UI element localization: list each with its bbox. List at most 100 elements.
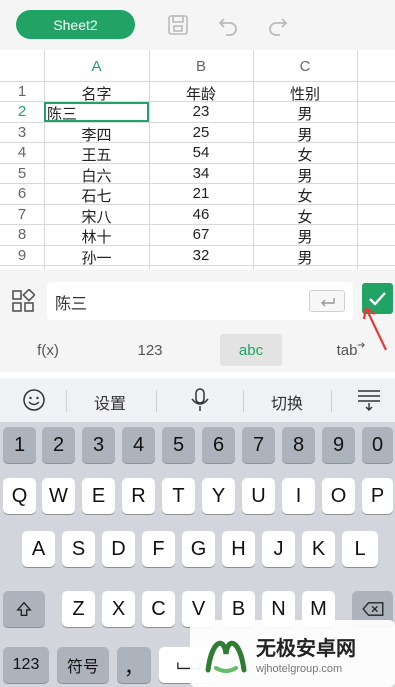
- row-number[interactable]: 6: [0, 185, 44, 202]
- cell[interactable]: 王五: [44, 144, 149, 165]
- key[interactable]: O: [322, 478, 355, 514]
- mode-abc[interactable]: abc: [220, 334, 282, 366]
- key[interactable]: K: [302, 531, 335, 567]
- key[interactable]: W: [42, 478, 75, 514]
- watermark: 无极安卓网 wjhotelgroup.com: [190, 620, 395, 687]
- edit-bar: 陈三: [0, 270, 395, 328]
- key[interactable]: U: [242, 478, 275, 514]
- key[interactable]: G: [182, 531, 215, 567]
- key[interactable]: 8: [282, 427, 315, 463]
- key[interactable]: P: [362, 478, 393, 514]
- key[interactable]: F: [142, 531, 175, 567]
- key[interactable]: 7: [242, 427, 275, 463]
- sheet-tab[interactable]: Sheet2: [16, 10, 135, 39]
- key[interactable]: Q: [3, 478, 36, 514]
- cell[interactable]: 32: [149, 247, 253, 264]
- key[interactable]: X: [102, 591, 135, 627]
- annotation-arrow: [362, 307, 387, 351]
- redo-icon[interactable]: [266, 13, 290, 37]
- cell-edit-input[interactable]: 陈三: [47, 282, 353, 320]
- key[interactable]: 6: [202, 427, 235, 463]
- cell[interactable]: 性别: [253, 83, 357, 104]
- key[interactable]: E: [82, 478, 115, 514]
- row-number[interactable]: 1: [0, 83, 44, 100]
- cell[interactable]: 宋八: [44, 206, 149, 227]
- comma-key[interactable]: ，: [117, 647, 151, 683]
- key[interactable]: 4: [122, 427, 155, 463]
- ime-switch[interactable]: 切换: [271, 390, 303, 414]
- cell[interactable]: 年龄: [149, 83, 253, 104]
- key[interactable]: J: [262, 531, 295, 567]
- cell[interactable]: 李四: [44, 124, 149, 145]
- row-number[interactable]: 7: [0, 206, 44, 223]
- row-number[interactable]: 2: [0, 103, 44, 120]
- key[interactable]: C: [142, 591, 175, 627]
- cell[interactable]: 25: [149, 124, 253, 141]
- cell[interactable]: 女: [253, 144, 357, 165]
- selection-box: [44, 102, 149, 122]
- cell[interactable]: 21: [149, 185, 253, 202]
- key[interactable]: Z: [62, 591, 95, 627]
- cell[interactable]: 男: [253, 124, 357, 145]
- emoji-icon[interactable]: [22, 388, 46, 412]
- spreadsheet-grid[interactable]: A B C 1 名字 年龄 性别 2 陈三 23 男 3 李四 25 男 4 王…: [0, 50, 395, 270]
- cell[interactable]: 23: [149, 103, 253, 120]
- column-header-c[interactable]: C: [253, 50, 357, 82]
- mode-number[interactable]: 123: [122, 334, 178, 366]
- cell[interactable]: 孙一: [44, 247, 149, 268]
- enter-key[interactable]: [309, 290, 345, 312]
- cell[interactable]: 名字: [44, 83, 149, 104]
- cell[interactable]: 34: [149, 165, 253, 182]
- key[interactable]: S: [62, 531, 95, 567]
- mode-function[interactable]: f(x): [20, 334, 76, 366]
- key[interactable]: H: [222, 531, 255, 567]
- shift-key[interactable]: [3, 591, 45, 627]
- key[interactable]: 0: [362, 427, 393, 463]
- numbers-key[interactable]: 123: [3, 647, 49, 683]
- mode-tab-label: tab: [336, 341, 358, 359]
- undo-icon[interactable]: [216, 13, 240, 37]
- row-number[interactable]: 9: [0, 247, 44, 264]
- cell[interactable]: 46: [149, 206, 253, 223]
- cell[interactable]: 67: [149, 226, 253, 243]
- key[interactable]: R: [122, 478, 155, 514]
- key[interactable]: L: [342, 531, 378, 567]
- row-number[interactable]: 5: [0, 165, 44, 182]
- key[interactable]: Y: [202, 478, 235, 514]
- key[interactable]: D: [102, 531, 135, 567]
- cell[interactable]: 男: [253, 226, 357, 247]
- shift-icon: [16, 601, 32, 616]
- row-number[interactable]: 8: [0, 226, 44, 243]
- watermark-url: wjhotelgroup.com: [256, 663, 343, 675]
- cell[interactable]: 男: [253, 165, 357, 186]
- symbols-key[interactable]: 符号: [57, 647, 109, 683]
- watermark-title: 无极安卓网: [256, 638, 356, 660]
- input-mode-bar: f(x) 123 abc tab: [0, 328, 395, 372]
- cell[interactable]: 男: [253, 103, 357, 124]
- ime-settings[interactable]: 设置: [94, 390, 126, 414]
- key[interactable]: 5: [162, 427, 195, 463]
- column-header-a[interactable]: A: [44, 50, 149, 82]
- key[interactable]: T: [162, 478, 195, 514]
- save-icon[interactable]: [166, 13, 190, 37]
- key[interactable]: 9: [322, 427, 355, 463]
- microphone-icon[interactable]: [188, 387, 212, 413]
- collapse-keyboard-icon[interactable]: [356, 388, 382, 412]
- enter-icon: [321, 298, 335, 307]
- key[interactable]: 2: [42, 427, 75, 463]
- row-number[interactable]: 4: [0, 144, 44, 161]
- column-header-b[interactable]: B: [149, 50, 253, 82]
- cell[interactable]: 男: [253, 247, 357, 268]
- key[interactable]: 3: [82, 427, 115, 463]
- row-number[interactable]: 3: [0, 124, 44, 141]
- key[interactable]: I: [282, 478, 315, 514]
- apps-icon[interactable]: [11, 289, 35, 313]
- cell[interactable]: 石七: [44, 185, 149, 206]
- key[interactable]: 1: [3, 427, 36, 463]
- cell[interactable]: 白六: [44, 165, 149, 186]
- cell[interactable]: 54: [149, 144, 253, 161]
- cell[interactable]: 女: [253, 206, 357, 227]
- key[interactable]: A: [22, 531, 55, 567]
- cell[interactable]: 林十: [44, 226, 149, 247]
- cell[interactable]: 女: [253, 185, 357, 206]
